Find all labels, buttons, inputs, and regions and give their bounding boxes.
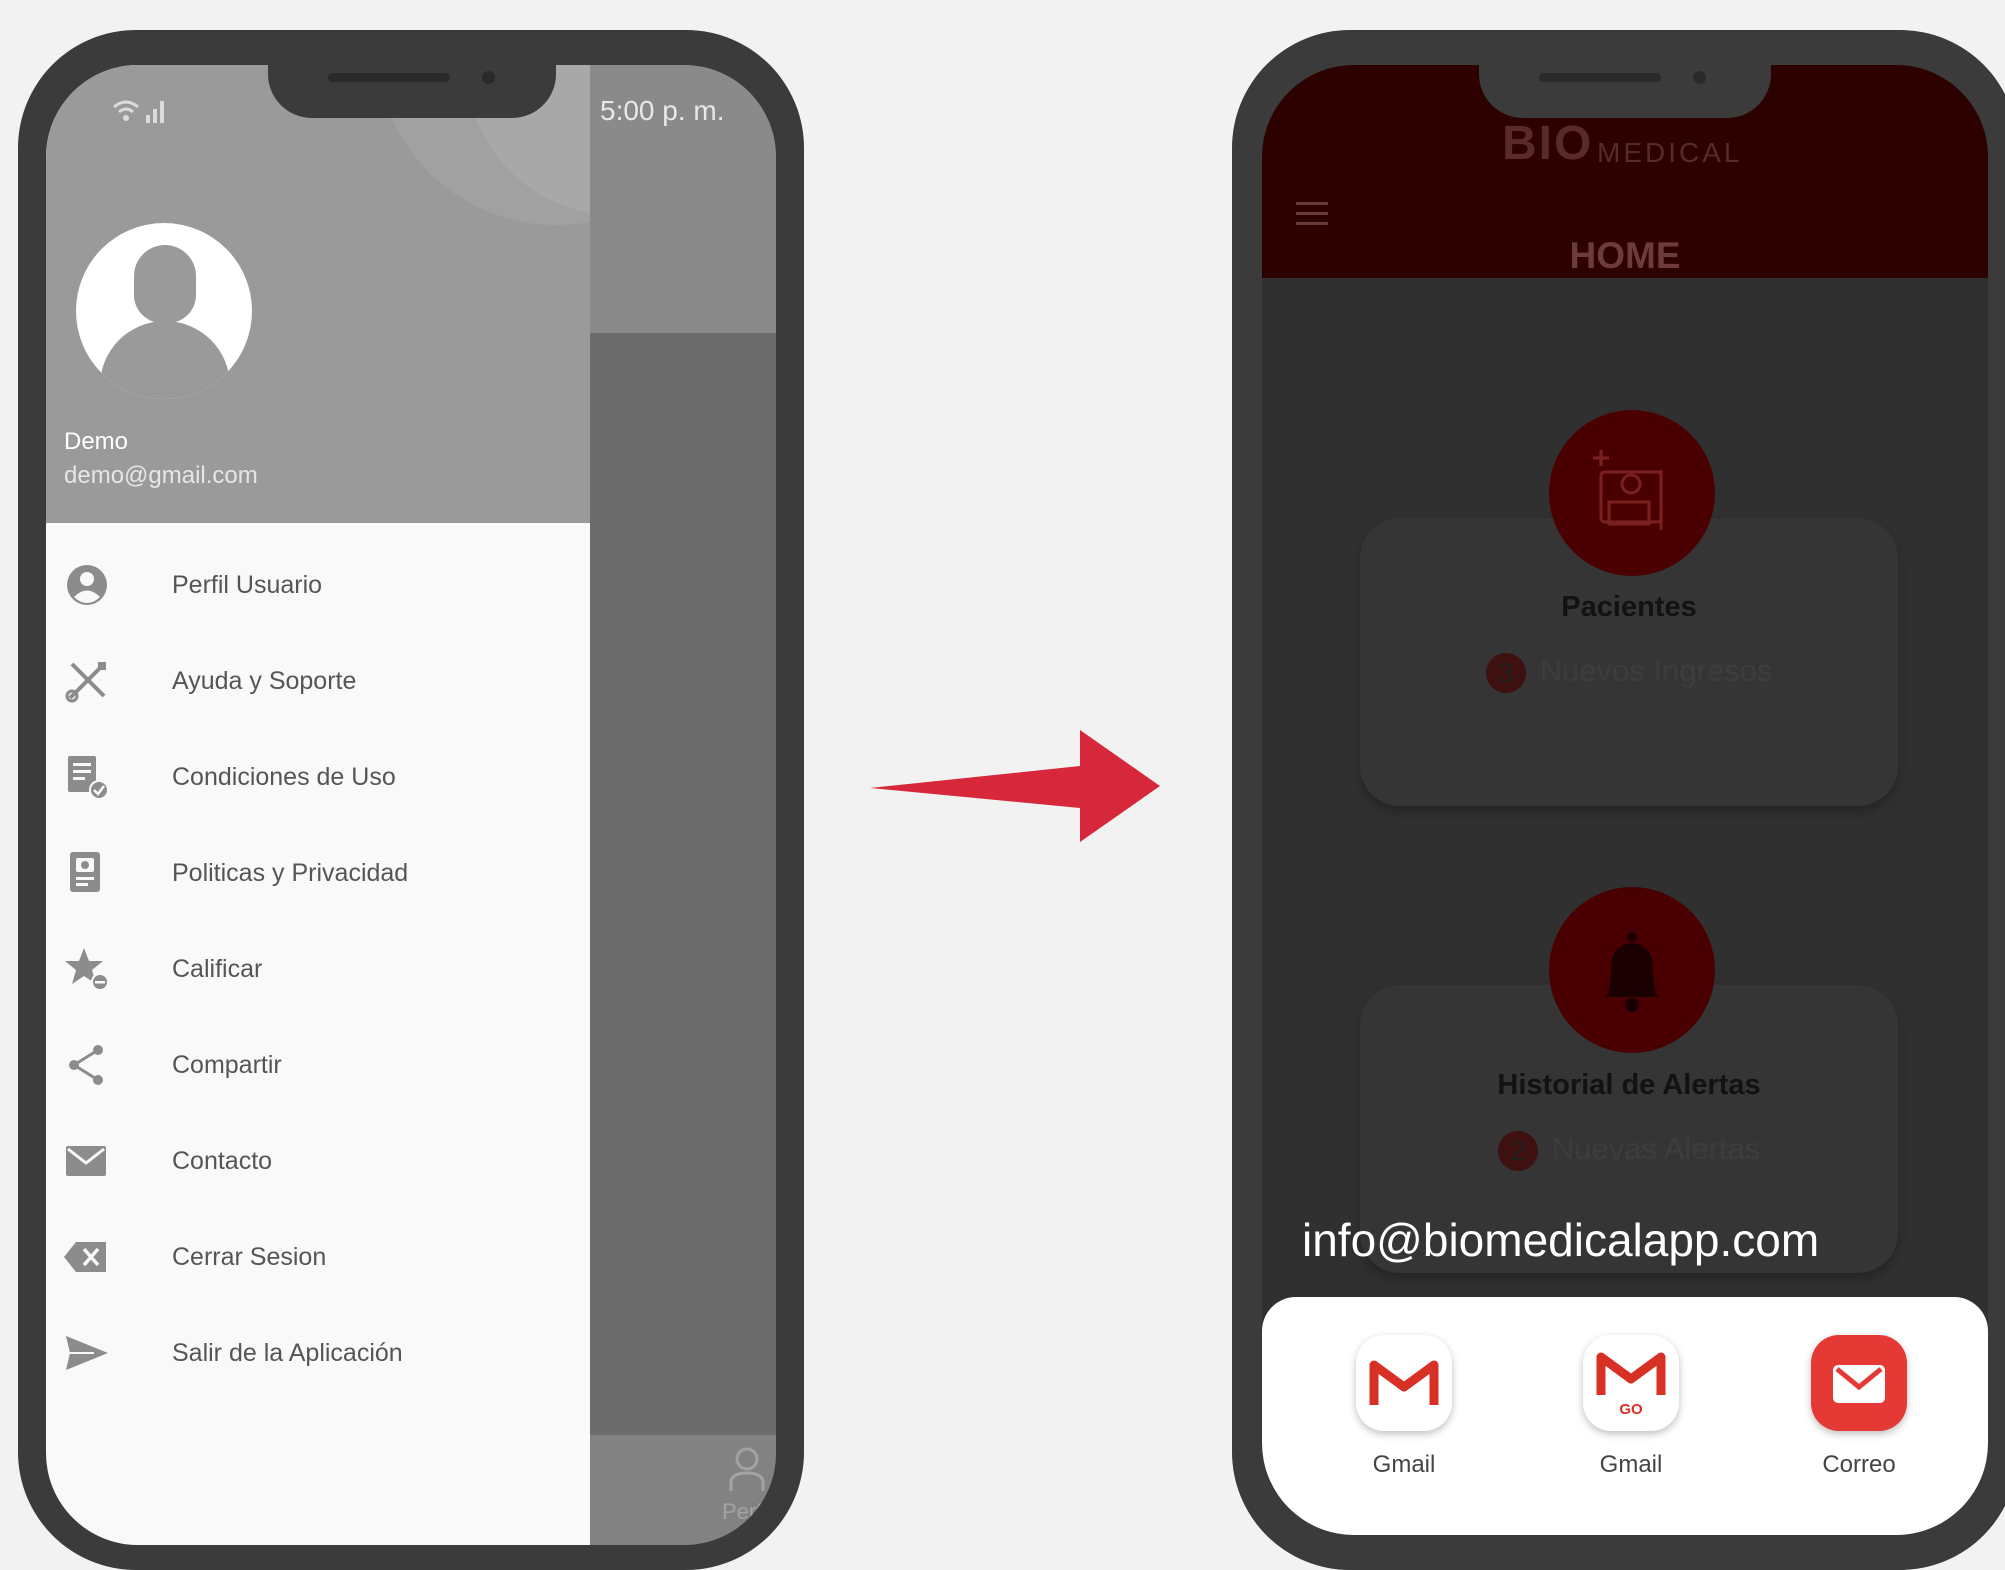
left-phone-screen: Perfil Demo demo@gmail.com Perfil Usuari… [46, 65, 776, 1545]
menu-item-perfil-usuario[interactable]: Perfil Usuario [46, 544, 590, 624]
patients-count-badge: 3 [1485, 653, 1526, 693]
drawer-header: Demo demo@gmail.com [46, 65, 590, 523]
share-app-label: Gmail [1372, 1451, 1436, 1478]
menu-item-label: Perfil Usuario [172, 571, 323, 599]
alerts-card-subtitle-row: 2 Nuevas Alertas [1360, 1131, 1898, 1171]
menu-item-label: Contacto [172, 1147, 273, 1175]
patients-card-title: Pacientes [1561, 591, 1697, 623]
envelope-icon [66, 1146, 106, 1176]
patients-circle[interactable] [1549, 410, 1715, 576]
star-icon [65, 948, 109, 991]
share-app-gmail[interactable]: Gmail [1334, 1335, 1474, 1479]
transition-arrow-icon [870, 730, 1160, 842]
front-camera [1693, 71, 1706, 84]
menu-item-salir-aplicacion[interactable]: Salir de la Aplicación [46, 1312, 590, 1392]
page-title: HOME [1569, 235, 1681, 276]
alerts-circle[interactable] [1549, 887, 1715, 1053]
menu-item-calificar[interactable]: Calificar [46, 928, 590, 1008]
alerts-count-badge: 2 [1497, 1131, 1538, 1171]
menu-hamburger-icon[interactable] [1296, 202, 1328, 226]
right-phone-frame: BIO MEDICAL HOME Pacientes 3 Nuevos Ingre… [1232, 30, 2005, 1570]
menu-item-politicas-privacidad[interactable]: Politicas y Privacidad [46, 832, 590, 912]
avatar[interactable] [76, 223, 252, 399]
avatar-body [100, 321, 230, 399]
gmail-go-icon: GO [1583, 1335, 1679, 1431]
backspace-icon [64, 1242, 106, 1272]
patient-bed-icon [1593, 450, 1663, 530]
avatar-head [134, 245, 196, 323]
share-app-label: Correo [1822, 1451, 1896, 1478]
speaker-grill [1539, 73, 1661, 82]
menu-item-ayuda-soporte[interactable]: Ayuda y Soporte [46, 640, 590, 720]
brand-logo-medical: MEDICAL [1597, 137, 1743, 168]
phone-notch [268, 30, 556, 118]
brand-logo-bio: BIO [1502, 117, 1594, 170]
left-phone-frame: Perfil Demo demo@gmail.com Perfil Usuari… [18, 30, 804, 1570]
menu-item-label: Ayuda y Soporte [172, 667, 357, 695]
menu-item-label: Compartir [172, 1051, 282, 1079]
bottom-nav-perfil[interactable]: Perfil [722, 1445, 772, 1525]
share-app-correo[interactable]: Correo [1789, 1335, 1929, 1479]
mail-app-icon [1811, 1335, 1907, 1431]
background-app-scrim[interactable] [590, 65, 776, 1545]
menu-item-compartir[interactable]: Compartir [46, 1024, 590, 1104]
share-target-email: info@biomedicalapp.com [1302, 1214, 1820, 1266]
gmail-go-badge: GO [1619, 1401, 1643, 1418]
share-app-gmail-go[interactable]: GO Gmail [1561, 1335, 1701, 1479]
status-time: 5:00 p. m. [600, 95, 725, 126]
menu-item-label: Cerrar Sesion [172, 1243, 327, 1271]
patients-card-subtitle: Nuevos Ingresos [1539, 653, 1773, 689]
user-circle-icon [67, 565, 107, 605]
person-icon [729, 1447, 765, 1491]
scroll-icon [70, 852, 100, 892]
tools-icon [65, 662, 106, 703]
user-email: demo@gmail.com [64, 462, 258, 489]
document-check-icon [68, 756, 109, 800]
menu-item-contacto[interactable]: Contacto [46, 1120, 590, 1200]
share-icon [69, 1045, 103, 1085]
share-sheet: Gmail GO Gmail Correo [1262, 1297, 1988, 1535]
share-app-label: Gmail [1599, 1451, 1663, 1478]
bottom-nav-perfil-label: Perfil [722, 1499, 773, 1524]
menu-item-label: Condiciones de Uso [172, 763, 396, 791]
patients-card-subtitle-row: 3 Nuevos Ingresos [1360, 653, 1898, 693]
menu-item-label: Calificar [172, 955, 263, 983]
gmail-icon [1356, 1335, 1452, 1431]
navigation-drawer: Demo demo@gmail.com Perfil Usuario Ayuda… [46, 65, 590, 1545]
menu-item-cerrar-sesion[interactable]: Cerrar Sesion [46, 1216, 590, 1296]
alerts-card-title: Historial de Alertas [1497, 1069, 1761, 1101]
alerts-card-subtitle: Nuevas Alertas [1551, 1131, 1761, 1167]
bell-icon [1606, 932, 1658, 1012]
menu-item-label: Politicas y Privacidad [172, 859, 409, 887]
menu-item-label: Salir de la Aplicación [172, 1339, 403, 1367]
front-camera [482, 71, 495, 84]
right-phone-screen: BIO MEDICAL HOME Pacientes 3 Nuevos Ingre… [1262, 65, 1988, 1535]
speaker-grill [328, 73, 450, 82]
wifi-signal-icon [110, 97, 170, 131]
send-icon [66, 1336, 108, 1370]
phone-notch [1479, 30, 1771, 118]
user-name: Demo [64, 428, 129, 455]
menu-item-condiciones-uso[interactable]: Condiciones de Uso [46, 736, 590, 816]
